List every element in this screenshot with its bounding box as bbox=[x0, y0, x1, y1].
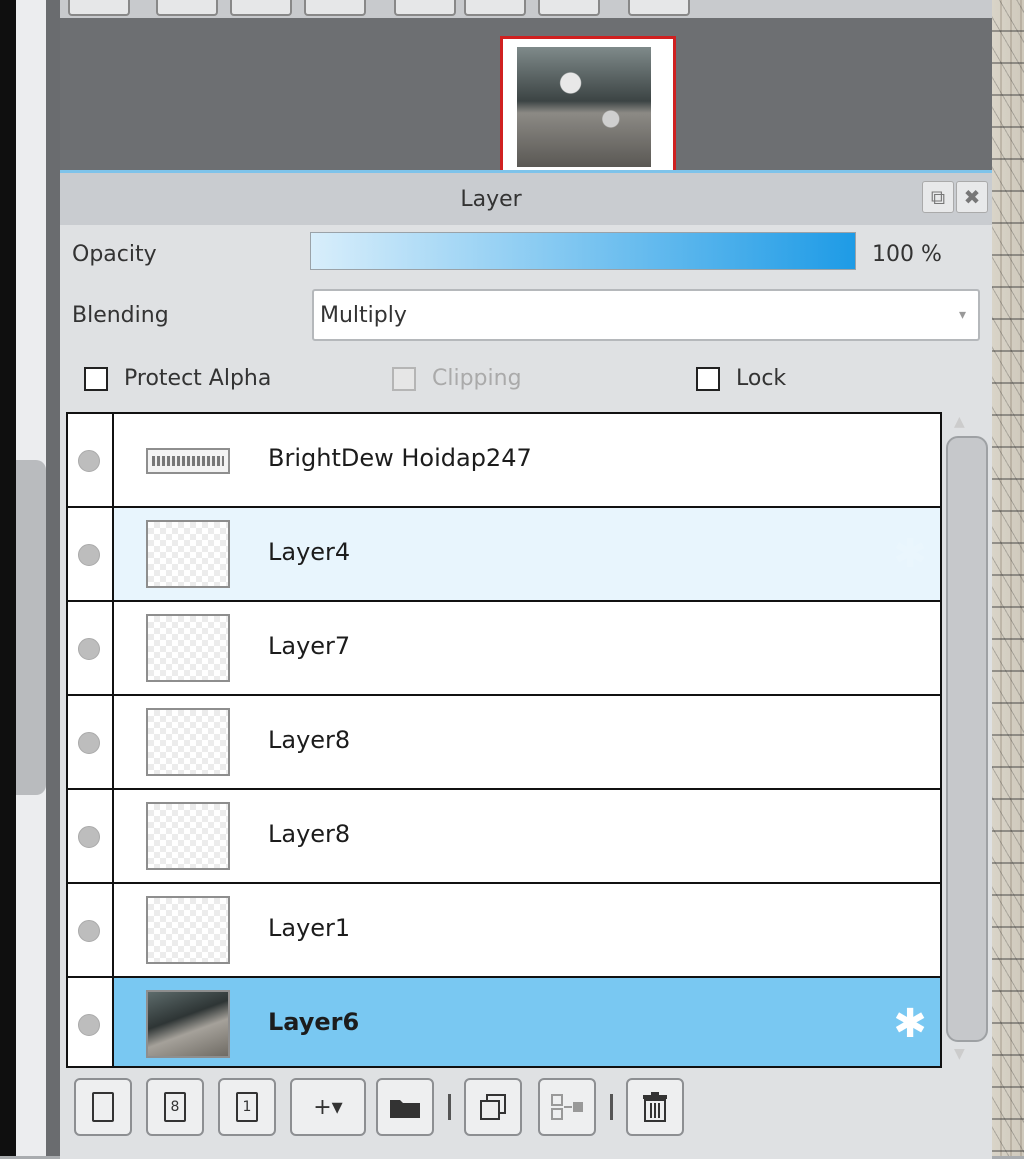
layer-thumbnail bbox=[146, 708, 230, 776]
folder-icon bbox=[390, 1100, 420, 1118]
canvas-preview-image bbox=[517, 47, 651, 167]
popout-icon[interactable]: ⧉ bbox=[922, 181, 954, 213]
clipping-label: Clipping bbox=[432, 366, 522, 391]
layer-name: Layer6 bbox=[268, 1008, 360, 1036]
blending-label: Blending bbox=[72, 303, 169, 328]
new-1bit-layer-icon: 1 bbox=[236, 1092, 258, 1122]
lock-label: Lock bbox=[736, 366, 787, 391]
navigator-button[interactable] bbox=[538, 0, 600, 16]
layer-thumbnail bbox=[146, 896, 230, 964]
layer-row[interactable]: Layer8 bbox=[68, 790, 940, 884]
canvas-edge bbox=[992, 0, 1024, 1156]
new-1bit-layer-button[interactable]: 1 bbox=[218, 1078, 276, 1136]
visibility-column bbox=[68, 602, 114, 694]
layer-row[interactable]: Layer1 bbox=[68, 884, 940, 978]
visibility-toggle-icon[interactable] bbox=[78, 638, 100, 660]
scroll-up-icon[interactable]: ▲ bbox=[954, 414, 965, 430]
layer-thumbnail bbox=[146, 448, 230, 474]
navigator-button[interactable] bbox=[68, 0, 130, 16]
visibility-column bbox=[68, 978, 114, 1066]
protect-alpha-checkbox[interactable] bbox=[84, 367, 108, 391]
chevron-down-icon: ▾ bbox=[958, 307, 966, 323]
layer-thumbnail bbox=[146, 990, 230, 1058]
navigator-panel bbox=[60, 18, 992, 174]
visibility-column bbox=[68, 414, 114, 506]
visibility-column bbox=[68, 884, 114, 976]
layer-name: Layer7 bbox=[268, 632, 351, 660]
layer-name: Layer8 bbox=[268, 820, 351, 848]
merge-down-button[interactable] bbox=[538, 1078, 596, 1136]
visibility-toggle-icon[interactable] bbox=[78, 544, 100, 566]
add-layer-dropdown-icon: +▾ bbox=[313, 1094, 343, 1120]
left-edge bbox=[0, 0, 16, 1156]
panel-divider bbox=[46, 0, 60, 1156]
visibility-toggle-icon[interactable] bbox=[78, 450, 100, 472]
visibility-toggle-icon[interactable] bbox=[78, 732, 100, 754]
new-8bit-layer-icon: 8 bbox=[164, 1092, 186, 1122]
opacity-label: Opacity bbox=[72, 242, 157, 267]
merge-down-icon bbox=[551, 1094, 583, 1120]
duplicate-layer-icon bbox=[480, 1094, 506, 1120]
navigator-button[interactable] bbox=[628, 0, 690, 16]
visibility-toggle-icon[interactable] bbox=[78, 920, 100, 942]
visibility-column bbox=[68, 790, 114, 882]
visibility-column bbox=[68, 508, 114, 600]
add-layer-dropdown-button[interactable]: +▾ bbox=[290, 1078, 366, 1136]
navigator-thumbnail[interactable] bbox=[500, 36, 676, 174]
layer-thumbnail bbox=[146, 614, 230, 682]
new-layer-icon bbox=[92, 1092, 114, 1122]
layer-thumbnail bbox=[146, 802, 230, 870]
gear-icon[interactable]: ✱ bbox=[888, 1002, 932, 1046]
navigator-toolbar bbox=[60, 0, 992, 18]
navigator-button[interactable] bbox=[230, 0, 292, 16]
layer-name: BrightDew Hoidap247 bbox=[268, 444, 532, 472]
navigator-button[interactable] bbox=[156, 0, 218, 16]
scroll-down-icon[interactable]: ▼ bbox=[954, 1046, 965, 1062]
new-layer-button[interactable] bbox=[74, 1078, 132, 1136]
visibility-toggle-icon[interactable] bbox=[78, 1014, 100, 1036]
layer-list: BrightDew Hoidap247 Layer4 ✱ Layer7 Laye… bbox=[66, 412, 942, 1068]
layer-toolbar: 8 1 +▾ bbox=[60, 1070, 992, 1156]
layer-name: Layer4 bbox=[268, 538, 351, 566]
visibility-toggle-icon[interactable] bbox=[78, 826, 100, 848]
layer-row[interactable]: Layer6 ✱ bbox=[68, 978, 940, 1066]
clipping-checkbox[interactable] bbox=[392, 367, 416, 391]
gear-icon[interactable]: ✱ bbox=[888, 532, 932, 576]
opacity-slider[interactable] bbox=[310, 232, 856, 270]
layer-row[interactable]: Layer8 bbox=[68, 696, 940, 790]
blending-select[interactable]: Multiply ▾ bbox=[312, 289, 980, 341]
navigator-button[interactable] bbox=[304, 0, 366, 16]
layer-name: Layer8 bbox=[268, 726, 351, 754]
new-8bit-layer-button[interactable]: 8 bbox=[146, 1078, 204, 1136]
opacity-slider-fill bbox=[311, 233, 855, 269]
delete-layer-button[interactable] bbox=[626, 1078, 684, 1136]
toolbar-separator bbox=[448, 1094, 451, 1120]
panel-title: Layer bbox=[460, 187, 522, 212]
visibility-column bbox=[68, 696, 114, 788]
navigator-button[interactable] bbox=[394, 0, 456, 16]
layer-thumbnail bbox=[146, 520, 230, 588]
close-icon[interactable]: ✖ bbox=[956, 181, 988, 213]
opacity-value: 100 % bbox=[872, 242, 942, 267]
delete-layer-icon bbox=[643, 1092, 667, 1122]
layer-row[interactable]: BrightDew Hoidap247 bbox=[68, 414, 940, 508]
layer-row[interactable]: Layer4 ✱ bbox=[68, 508, 940, 602]
lock-checkbox[interactable] bbox=[696, 367, 720, 391]
blending-value: Multiply bbox=[320, 303, 407, 328]
toolbar-separator bbox=[610, 1094, 613, 1120]
new-folder-button[interactable] bbox=[376, 1078, 434, 1136]
left-sidebar-tab[interactable] bbox=[16, 460, 46, 795]
panel-header: Layer ⧉ ✖ bbox=[60, 173, 992, 225]
layer-name: Layer1 bbox=[268, 914, 351, 942]
navigator-button[interactable] bbox=[464, 0, 526, 16]
scrollbar-thumb[interactable] bbox=[946, 436, 988, 1042]
layer-row[interactable]: Layer7 bbox=[68, 602, 940, 696]
protect-alpha-label: Protect Alpha bbox=[124, 366, 272, 391]
duplicate-layer-button[interactable] bbox=[464, 1078, 522, 1136]
